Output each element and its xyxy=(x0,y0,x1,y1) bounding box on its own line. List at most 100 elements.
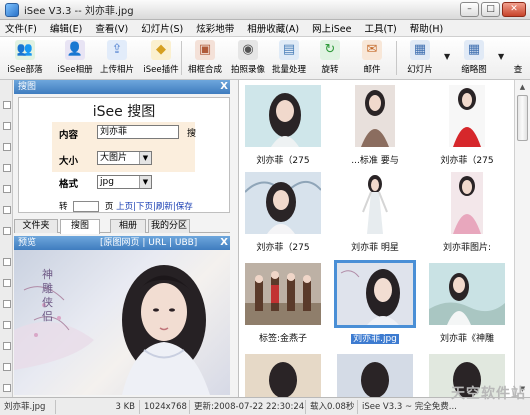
side-checkbox[interactable] xyxy=(3,143,11,151)
status-load-time: 载入0.08秒 xyxy=(306,399,358,414)
content-input[interactable]: 刘亦菲 xyxy=(97,125,179,139)
mail-button[interactable]: ✉ 邮件 xyxy=(358,38,386,78)
preview-links[interactable]: [原图网页 | URL | UBB] xyxy=(100,236,197,250)
search-panel-close-icon[interactable]: X xyxy=(220,80,228,94)
preview-image: 神雕侠侣 xyxy=(14,250,230,395)
thumbnail-item[interactable]: 刘亦菲图片: xyxy=(429,172,505,254)
preview-panel-title: 预览 xyxy=(18,238,37,248)
thumbnail-item[interactable]: 刘亦菲 明星 xyxy=(337,172,413,254)
thumbnail-item[interactable]: 刘亦菲（275 xyxy=(245,85,321,167)
thumbnail-item[interactable]: ...标准 要与 xyxy=(337,85,413,167)
album-icon: 👤 xyxy=(65,40,85,60)
page-number-input[interactable] xyxy=(73,201,100,212)
side-checkbox[interactable] xyxy=(3,342,11,350)
view-button[interactable]: 查 xyxy=(509,38,527,78)
search-button[interactable]: 搜 xyxy=(187,126,196,139)
upload-photo-button[interactable]: ⇪ 上传相片 xyxy=(96,38,138,78)
menu-online[interactable]: 网上iSee xyxy=(307,21,359,35)
side-checkbox[interactable] xyxy=(3,363,11,371)
thumbnail-view-button[interactable]: ▦ 缩略图 xyxy=(456,38,492,78)
thumbnail-caption: 刘亦菲 明星 xyxy=(351,243,399,253)
search-title: iSee 搜图 xyxy=(92,104,156,120)
side-checkbox[interactable] xyxy=(3,384,11,392)
thumbnail-caption: 刘亦菲（275 xyxy=(440,156,494,166)
menu-view[interactable]: 查看(V) xyxy=(90,21,136,35)
preview-panel-close-icon[interactable]: X xyxy=(220,236,228,250)
webcam-icon: ◉ xyxy=(238,40,258,60)
size-select-value: 大图片 xyxy=(100,153,128,163)
selected-caption: 刘亦菲.jpg xyxy=(351,334,399,344)
thumbnail-dropdown-arrow[interactable]: ▼ xyxy=(498,52,504,61)
side-checkbox[interactable] xyxy=(3,300,11,308)
batch-icon: ▤ xyxy=(279,40,299,60)
side-checkbox[interactable] xyxy=(3,206,11,214)
toolbar-label: 相框合成 xyxy=(187,65,222,75)
menu-edit[interactable]: 编辑(E) xyxy=(45,21,90,35)
side-checkbox[interactable] xyxy=(3,164,11,172)
watermark-logo: 天空软件站 xyxy=(451,386,526,402)
toolbar-label: 缩略图 xyxy=(461,65,487,75)
isee-plugin-button[interactable]: ◆ iSee插件 xyxy=(140,38,182,78)
thumbnail-item-selected[interactable]: 刘亦菲.jpg xyxy=(334,260,416,345)
menu-bar: 文件(F) 编辑(E) 查看(V) 幻灯片(S) 炫彩地带 相册收藏(A) 网上… xyxy=(0,20,530,37)
side-checkbox[interactable] xyxy=(3,227,11,235)
thumbnail-image xyxy=(429,85,505,147)
tab-folder[interactable]: 文件夹 xyxy=(14,219,58,233)
thumbnail-item[interactable]: 刘亦菲（275 xyxy=(429,85,505,167)
tab-my-partition[interactable]: 我的分区 xyxy=(148,219,190,233)
tab-album[interactable]: 相册 xyxy=(110,219,146,233)
menu-help[interactable]: 帮助(H) xyxy=(405,21,452,35)
toolbar: 👥 iSee部落 👤 iSee相册 ⇪ 上传相片 ◆ iSee插件 ▣ 相框合成… xyxy=(0,37,530,80)
close-button[interactable]: ✕ xyxy=(502,2,526,17)
chevron-down-icon: ▼ xyxy=(139,176,151,188)
thumbnail-image xyxy=(429,263,505,325)
slideshow-dropdown-arrow[interactable]: ▼ xyxy=(444,52,450,61)
menu-color-zone[interactable]: 炫彩地带 xyxy=(191,21,242,35)
thumbnail-item[interactable]: 刘亦菲《神雕 xyxy=(429,263,505,345)
side-checkbox[interactable] xyxy=(3,122,11,130)
slideshow-button[interactable]: ▦ 幻灯片 xyxy=(402,38,438,78)
frame-compose-button[interactable]: ▣ 相框合成 xyxy=(185,38,225,78)
toolbar-label: 上传相片 xyxy=(99,65,134,75)
mail-icon: ✉ xyxy=(362,40,382,60)
side-checkbox[interactable] xyxy=(3,101,11,109)
thumbnail-caption: 标签:金燕子 xyxy=(258,334,308,344)
side-checkbox[interactable] xyxy=(3,279,11,287)
minimize-button[interactable]: – xyxy=(460,2,479,17)
app-icon xyxy=(5,2,19,17)
thumbnail-item[interactable]: 刘亦菲（275 xyxy=(245,172,321,254)
vertical-scrollbar[interactable]: ▲ ▼ xyxy=(514,80,530,397)
batch-process-button[interactable]: ▤ 批量处理 xyxy=(269,38,309,78)
thumbnail-item[interactable] xyxy=(245,354,321,397)
status-app-note: iSee V3.3 ~ 完全免费... xyxy=(362,401,457,412)
size-label: 大小 xyxy=(59,156,79,167)
preview-panel-header: 预览 [原图网页 | URL | UBB] X xyxy=(14,236,230,250)
search-panel-header: 搜图 X xyxy=(14,80,230,94)
webcam-button[interactable]: ◉ 拍照录像 xyxy=(228,38,268,78)
isee-tribe-button[interactable]: 👥 iSee部落 xyxy=(4,38,46,78)
maximize-button[interactable]: □ xyxy=(481,2,500,17)
thumbnail-item[interactable]: 标签:金燕子 xyxy=(245,263,321,345)
pager-links[interactable]: 上页|下页|刷新|保存 xyxy=(116,202,193,212)
side-checkbox[interactable] xyxy=(3,321,11,329)
scrollbar-thumb[interactable] xyxy=(517,95,528,141)
side-checkbox[interactable] xyxy=(3,258,11,266)
side-checkbox[interactable] xyxy=(3,185,11,193)
menu-slideshow[interactable]: 幻灯片(S) xyxy=(136,21,191,35)
menu-file[interactable]: 文件(F) xyxy=(0,21,45,35)
size-select[interactable]: 大图片 ▼ xyxy=(97,151,152,165)
thumbnail-item[interactable] xyxy=(337,354,413,397)
side-strip xyxy=(0,80,13,397)
thumbnail-caption: ...标准 要与 xyxy=(351,156,399,166)
toolbar-separator xyxy=(181,41,182,75)
rotate-button[interactable]: ↻ 旋转 xyxy=(316,38,344,78)
thumbnail-image xyxy=(245,354,321,397)
menu-tools[interactable]: 工具(T) xyxy=(359,21,404,35)
isee-album-button[interactable]: 👤 iSee相册 xyxy=(54,38,96,78)
menu-album[interactable]: 相册收藏(A) xyxy=(242,21,307,35)
tab-search-image[interactable]: 搜图 xyxy=(60,219,100,234)
pager-unit: 页 xyxy=(104,202,114,212)
format-select[interactable]: jpg ▼ xyxy=(97,175,152,189)
scroll-up-icon[interactable]: ▲ xyxy=(516,80,529,94)
upload-icon: ⇪ xyxy=(107,40,127,60)
